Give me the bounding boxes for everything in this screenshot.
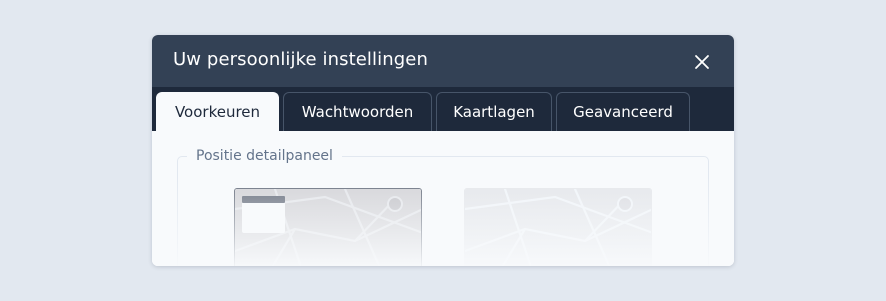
panel-position-option-left[interactable] — [234, 188, 422, 266]
panel-position-option-none[interactable] — [464, 188, 652, 266]
tab-wachtwoorden[interactable]: Wachtwoorden — [283, 92, 432, 131]
tab-voorkeuren[interactable]: Voorkeuren — [156, 92, 279, 132]
tab-bar: Voorkeuren Wachtwoorden Kaartlagen Geava… — [152, 87, 734, 132]
close-button[interactable] — [690, 50, 714, 74]
section-legend: Positie detailpaneel — [187, 148, 342, 164]
close-icon — [695, 55, 709, 69]
tab-kaartlagen[interactable]: Kaartlagen — [436, 92, 552, 131]
map-with-panel-icon — [235, 189, 421, 266]
preferences-panel: Positie detailpaneel — [152, 131, 734, 266]
dialog-header: Uw persoonlijke instellingen — [152, 35, 734, 87]
settings-dialog: Uw persoonlijke instellingen Voorkeuren … — [152, 35, 734, 266]
dialog-title: Uw persoonlijke instellingen — [173, 49, 428, 70]
map-icon — [465, 189, 651, 266]
tab-geavanceerd[interactable]: Geavanceerd — [556, 92, 690, 131]
